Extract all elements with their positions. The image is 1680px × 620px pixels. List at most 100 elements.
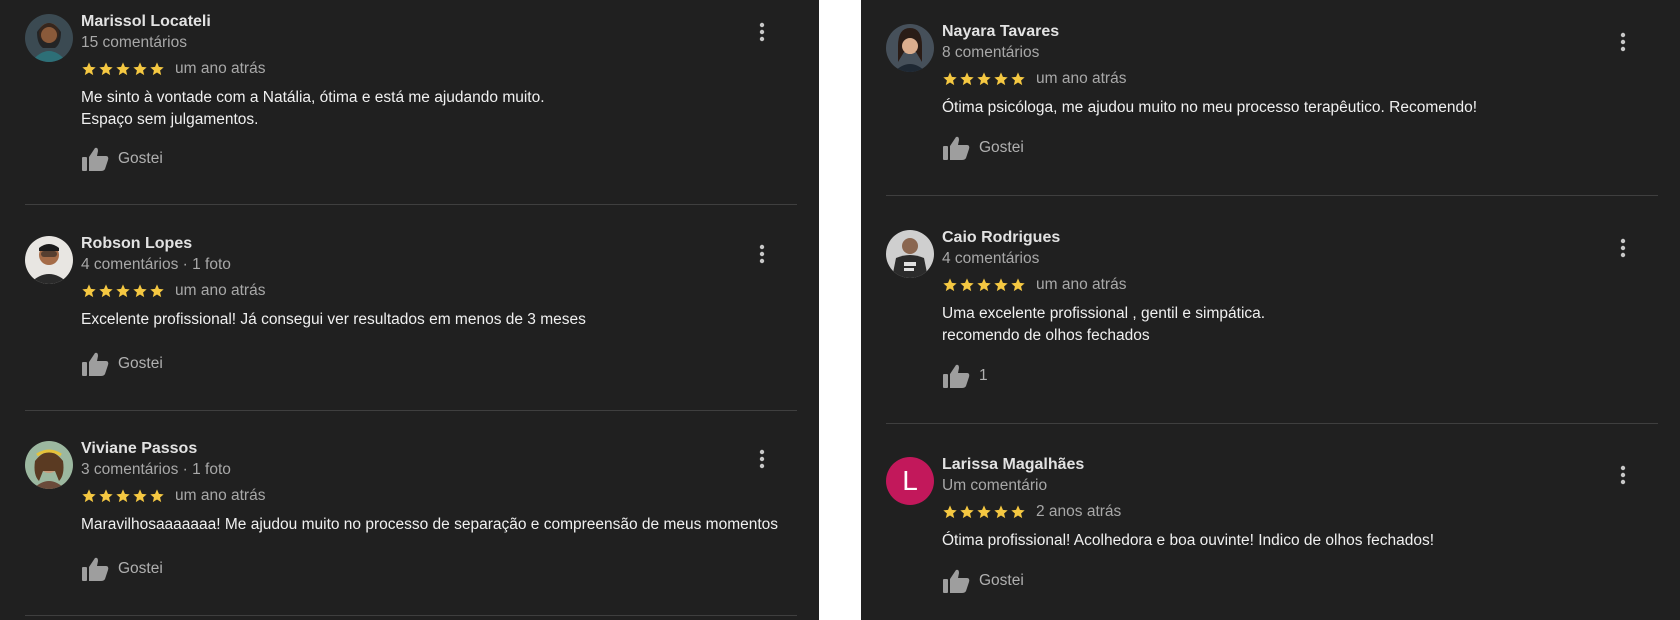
thumbs-up-icon [943,364,970,388]
review-time: um ano atrás [175,60,266,77]
avatar[interactable] [886,24,934,72]
like-button[interactable]: Gostei [81,144,163,174]
reviewer-meta: 3 comentários · 1 foto [81,461,231,478]
more-options-button[interactable] [1618,463,1628,487]
thumbs-up-icon [82,352,109,376]
review-card: Caio Rodrigues 4 comentários um ano atrá… [886,216,1658,421]
review-text-line: Uma excelente profissional , gentil e si… [942,305,1266,322]
star-rating [81,488,165,504]
star-icon [977,72,991,86]
like-label: Gostei [118,560,163,577]
divider [25,410,797,411]
more-vert-icon [759,22,765,42]
review-time: um ano atrás [1036,276,1127,293]
review-card: Viviane Passos 3 comentários · 1 foto um… [25,427,797,620]
like-label: Gostei [979,139,1024,156]
star-icon [82,489,96,503]
like-label: Gostei [118,355,163,372]
star-icon [116,489,130,503]
like-button[interactable]: 1 [942,361,988,391]
thumbs-up-icon [943,136,970,160]
star-icon [150,489,164,503]
reviewer-name[interactable]: Larissa Magalhães [942,456,1084,474]
star-icon [943,72,957,86]
avatar[interactable] [25,14,73,62]
more-options-button[interactable] [1618,30,1628,54]
star-rating [942,277,1026,293]
more-vert-icon [1620,465,1626,485]
rating-row: um ano atrás [942,69,1126,89]
more-options-button[interactable] [757,20,767,44]
avatar[interactable]: L [886,457,934,505]
star-icon [994,505,1008,519]
rating-row: um ano atrás [81,486,265,506]
more-vert-icon [1620,32,1626,52]
thumbs-up-icon [82,557,109,581]
star-icon [994,278,1008,292]
like-button[interactable]: Gostei [81,554,163,584]
star-icon [960,278,974,292]
more-vert-icon [759,449,765,469]
star-rating [81,283,165,299]
star-icon [82,62,96,76]
divider [886,423,1658,424]
divider [25,204,797,205]
like-label: Gostei [118,150,163,167]
review-text: Excelente profissional! Já consegui ver … [81,309,586,331]
review-text: Uma excelente profissional , gentil e si… [942,303,1265,347]
more-options-button[interactable] [757,242,767,266]
reviewer-name[interactable]: Nayara Tavares [942,23,1059,41]
thumbs-up-icon [82,147,109,171]
like-count: 1 [979,367,988,384]
star-icon [977,505,991,519]
star-icon [994,72,1008,86]
rating-row: um ano atrás [81,59,265,79]
reviewer-name[interactable]: Marissol Locateli [81,13,211,31]
star-icon [1011,278,1025,292]
reviewer-name[interactable]: Caio Rodrigues [942,229,1060,247]
reviewer-name[interactable]: Viviane Passos [81,440,197,458]
review-text-line: Maravilhosaaaaaaa! Me ajudou muito no pr… [81,516,779,533]
review-card: Marissol Locateli 15 comentários um ano … [25,0,797,205]
reviewer-name[interactable]: Robson Lopes [81,235,192,253]
star-icon [133,284,147,298]
like-button[interactable]: Gostei [942,133,1024,163]
star-icon [943,278,957,292]
review-text-line: recomendo de olhos fechados [942,327,1150,344]
review-time: um ano atrás [175,487,266,504]
rating-row: um ano atrás [942,275,1126,295]
review-card: Robson Lopes 4 comentários · 1 foto um a… [25,222,797,427]
star-icon [116,62,130,76]
reviews-panel-left: Marissol Locateli 15 comentários um ano … [0,0,819,620]
more-options-button[interactable] [757,447,767,471]
review-text-line: Ótima psicóloga, me ajudou muito no meu … [942,99,1478,116]
review-time: um ano atrás [175,282,266,299]
more-options-button[interactable] [1618,236,1628,260]
star-icon [133,62,147,76]
star-icon [99,284,113,298]
star-icon [1011,505,1025,519]
like-button[interactable]: Gostei [942,566,1024,596]
like-label: Gostei [979,572,1024,589]
rating-row: 2 anos atrás [942,502,1121,522]
avatar[interactable] [25,441,73,489]
reviewer-meta: 8 comentários [942,44,1040,61]
review-text-line: Ótima profissional! Acolhedora e boa ouv… [942,532,1435,549]
avatar[interactable] [25,236,73,284]
review-text-line: Excelente profissional! Já consegui ver … [81,311,586,328]
star-rating [942,504,1026,520]
star-icon [82,284,96,298]
more-vert-icon [1620,238,1626,258]
like-button[interactable]: Gostei [81,349,163,379]
review-text: Me sinto à vontade com a Natália, ótima … [81,87,545,131]
review-text: Ótima profissional! Acolhedora e boa ouv… [942,530,1434,552]
review-text: Maravilhosaaaaaaa! Me ajudou muito no pr… [81,514,778,536]
star-icon [1011,72,1025,86]
reviewer-meta: Um comentário [942,477,1048,494]
avatar[interactable] [886,230,934,278]
star-icon [943,505,957,519]
star-icon [133,489,147,503]
review-text-line: Espaço sem julgamentos. [81,111,259,128]
star-icon [99,62,113,76]
star-icon [116,284,130,298]
